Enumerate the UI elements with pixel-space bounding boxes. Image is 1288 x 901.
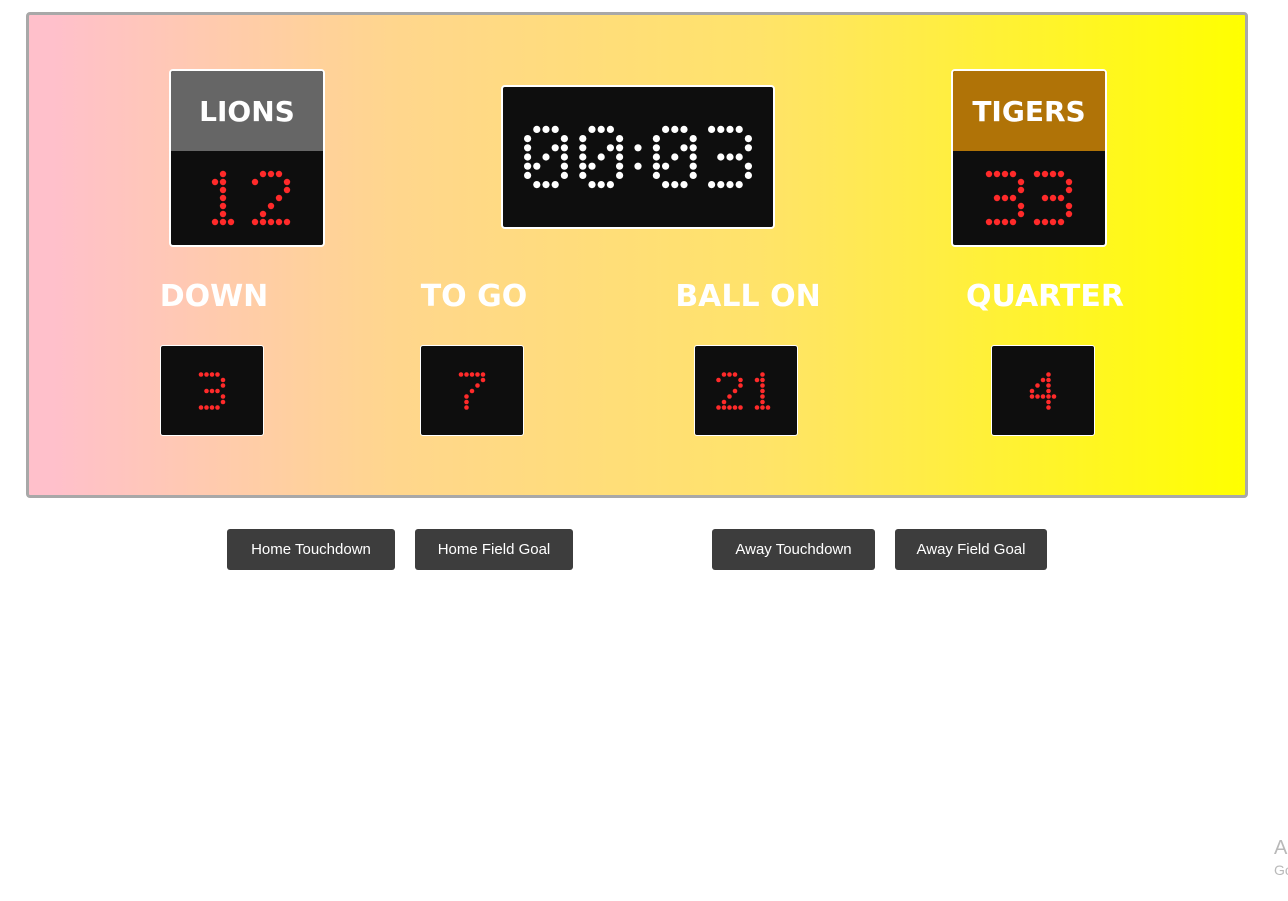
down-value — [198, 371, 226, 410]
ball-on-label: BALL ON — [675, 279, 821, 314]
to-go-label: TO GO — [420, 279, 528, 314]
home-field-goal-button[interactable]: Home Field Goal — [415, 529, 573, 570]
game-clock — [501, 85, 775, 229]
clock-char-2 — [634, 144, 642, 170]
ball-on-value — [716, 371, 771, 410]
scoreboard: LIONS TIGERS DOWN TO GO BALL ON QUARTER — [26, 12, 1248, 498]
ball-on-display — [694, 345, 798, 436]
activation-watermark-subtitle: Go to Settings to activate Windows. — [1274, 862, 1288, 878]
away-touchdown-button[interactable]: Away Touchdown — [712, 529, 875, 570]
away-score-display — [985, 170, 1073, 226]
clock-char-3 — [652, 125, 697, 189]
clock-char-1 — [579, 125, 624, 189]
home-touchdown-button[interactable]: Home Touchdown — [227, 529, 395, 570]
home-score-display — [211, 170, 291, 226]
stat-1-char-0 — [458, 371, 486, 410]
stat-0-char-0 — [198, 371, 226, 410]
home-team-panel: LIONS — [169, 69, 325, 247]
away-score — [953, 151, 1105, 245]
away-team-name: TIGERS — [953, 71, 1105, 151]
activation-watermark-title: Activate Windows — [1274, 837, 1288, 859]
home-score-char-0 — [211, 170, 235, 226]
stat-2-char-0 — [716, 371, 743, 410]
to-go-display — [420, 345, 524, 436]
home-score-char-1 — [251, 170, 291, 226]
to-go-value — [458, 371, 486, 410]
quarter-value — [1029, 371, 1057, 410]
stat-3-char-0 — [1029, 371, 1057, 410]
away-score-char-0 — [985, 170, 1025, 226]
quarter-label: QUARTER — [966, 279, 1124, 314]
game-clock-display — [524, 125, 752, 189]
away-team-panel: TIGERS — [951, 69, 1107, 247]
down-label: DOWN — [159, 279, 269, 314]
home-team-name: LIONS — [171, 71, 323, 151]
down-display — [160, 345, 264, 436]
home-score — [171, 151, 323, 245]
quarter-display — [991, 345, 1095, 436]
clock-char-0 — [524, 125, 568, 189]
stat-2-char-1 — [754, 371, 771, 410]
clock-char-4 — [708, 125, 752, 189]
away-score-char-1 — [1033, 170, 1073, 226]
away-field-goal-button[interactable]: Away Field Goal — [895, 529, 1047, 570]
